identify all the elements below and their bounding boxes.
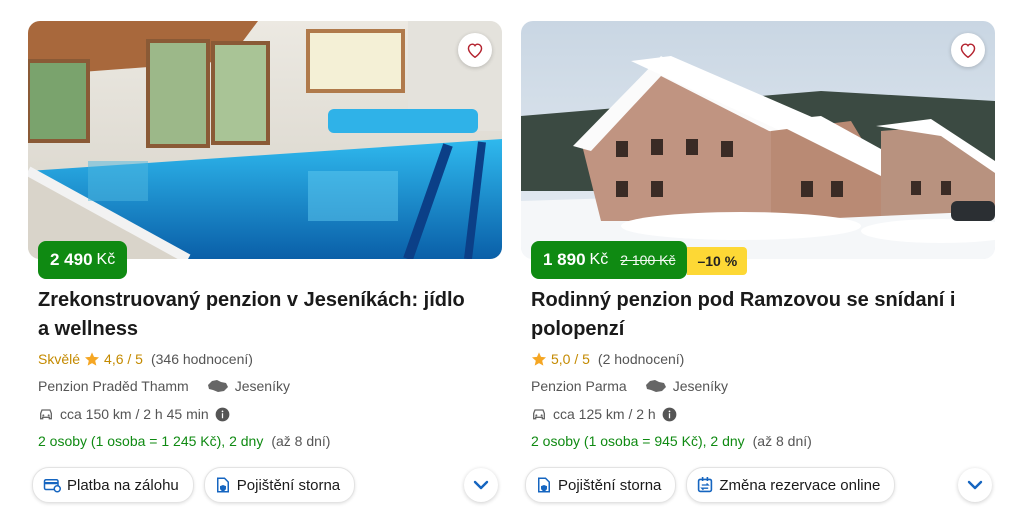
persons-row: 2 osoby (1 osoba = 945 Kč), 2 dny (až 8 …	[531, 433, 812, 449]
info-icon[interactable]	[662, 407, 677, 422]
pool-photo-image	[28, 21, 502, 259]
price-amount: 1 890	[543, 250, 586, 269]
reviews-count[interactable]: (2 hodnocení)	[598, 351, 684, 367]
insurance-icon	[216, 477, 229, 493]
card-icon	[43, 479, 61, 493]
rating-value: 5,0 / 5	[551, 351, 590, 367]
rating-word: Skvělé	[38, 351, 81, 367]
price-badge: 1 890 Kč 2 100 Kč	[531, 241, 688, 279]
offer-card-2[interactable]: 1 890 Kč 2 100 Kč –10 % Rodinný penzion …	[521, 21, 995, 526]
chevron-down-icon	[473, 480, 489, 490]
expand-details-button[interactable]	[958, 468, 992, 502]
distance-text: cca 125 km / 2 h	[553, 406, 656, 422]
stay-length: (až 8 dní)	[752, 433, 812, 449]
car-icon	[40, 409, 52, 420]
location-row: Penzion Praděd Thamm Jeseníky	[38, 378, 290, 394]
rating-row: Skvělé 4,6 / 5 (346 hodnocení)	[38, 351, 253, 367]
chip-deposit-payment[interactable]: Platba na zálohu	[32, 467, 194, 503]
persons-row: 2 osoby (1 osoba = 1 245 Kč), 2 dny (až …	[38, 433, 330, 449]
persons-price: 2 osoby (1 osoba = 945 Kč), 2 dny	[531, 433, 745, 449]
expand-details-button[interactable]	[464, 468, 498, 502]
calendar-change-icon	[698, 477, 713, 493]
heart-icon	[467, 43, 483, 58]
price-row: 1 890 Kč 2 100 Kč –10 %	[531, 241, 748, 279]
chip-cancel-insurance[interactable]: Pojištění storna	[525, 467, 677, 503]
star-icon	[532, 352, 546, 366]
feature-chips: Pojištění storna Změna rezervace online	[525, 467, 896, 503]
heart-icon	[960, 43, 976, 58]
info-icon[interactable]	[215, 407, 230, 422]
region-name: Jeseníky	[672, 378, 728, 394]
discount-badge: –10 %	[687, 247, 748, 275]
reviews-count[interactable]: (346 hodnocení)	[151, 351, 253, 367]
offer-card-1[interactable]: 2 490 Kč Zrekonstruovaný penzion v Jesen…	[28, 21, 502, 526]
car-icon	[533, 409, 545, 420]
rating-row: 5,0 / 5 (2 hodnocení)	[531, 351, 684, 367]
rating-value: 4,6 / 5	[104, 351, 143, 367]
offer-photo-pool[interactable]	[28, 21, 502, 259]
price-currency: Kč	[589, 251, 609, 268]
old-price: 2 100 Kč	[620, 252, 676, 268]
czech-map-icon	[645, 380, 666, 392]
chip-label: Pojištění storna	[558, 476, 662, 494]
price-amount: 2 490	[50, 250, 93, 269]
pension-photo-image	[521, 21, 995, 259]
distance-text: cca 150 km / 2 h 45 min	[60, 406, 209, 422]
offer-photo-snow[interactable]	[521, 21, 995, 259]
region-name: Jeseníky	[234, 378, 290, 394]
czech-map-icon	[207, 380, 228, 392]
chip-label: Platba na zálohu	[67, 476, 179, 494]
price-badge: 2 490 Kč	[38, 241, 128, 279]
feature-chips: Platba na zálohu Pojištění storna	[32, 467, 356, 503]
location-row: Penzion Parma Jeseníky	[531, 378, 728, 394]
distance-row: cca 125 km / 2 h	[531, 406, 677, 422]
persons-price: 2 osoby (1 osoba = 1 245 Kč), 2 dny	[38, 433, 264, 449]
favorite-button[interactable]	[458, 33, 492, 67]
star-icon	[85, 352, 100, 366]
provider-name: Penzion Parma	[531, 378, 627, 394]
chevron-down-icon	[967, 480, 983, 490]
price-currency: Kč	[96, 251, 116, 268]
distance-row: cca 150 km / 2 h 45 min	[38, 406, 230, 422]
provider-name: Penzion Praděd Thamm	[38, 378, 189, 394]
offer-title[interactable]: Zrekonstruovaný penzion v Jeseníkách: jí…	[38, 286, 478, 344]
chip-online-rebooking[interactable]: Změna rezervace online	[686, 467, 896, 503]
chip-label: Pojištění storna	[236, 476, 341, 494]
insurance-icon	[538, 477, 550, 493]
chip-label: Změna rezervace online	[719, 476, 881, 494]
price-row: 2 490 Kč	[38, 241, 128, 279]
offer-title[interactable]: Rodinný penzion pod Ramzovou se snídaní …	[531, 286, 971, 344]
chip-cancel-insurance[interactable]: Pojištění storna	[203, 467, 356, 503]
favorite-button[interactable]	[951, 33, 985, 67]
stay-length: (až 8 dní)	[271, 433, 331, 449]
